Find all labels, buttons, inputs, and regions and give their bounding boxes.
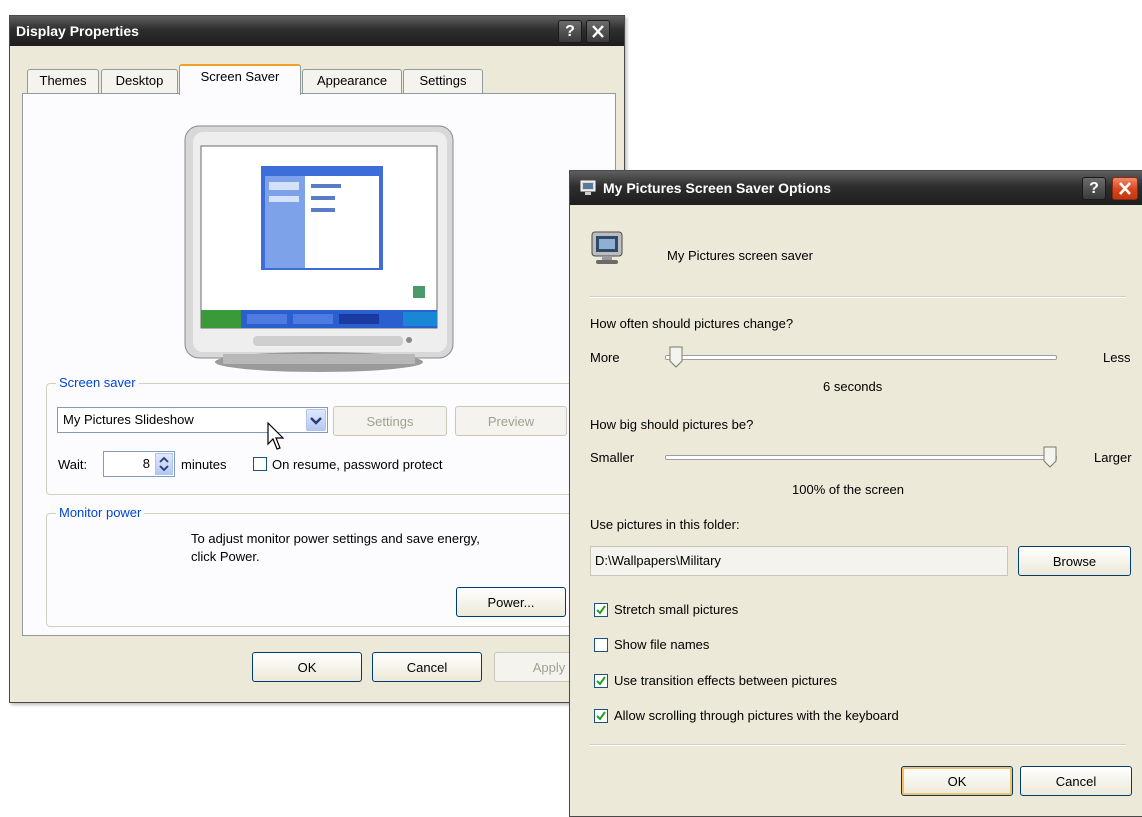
monitor-power-text-line1: To adjust monitor power settings and sav… [191,531,480,546]
options-header-text: My Pictures screen saver [667,248,813,263]
title-bar[interactable]: Display Properties ? [10,16,624,46]
password-protect-checkbox[interactable] [253,457,267,471]
password-protect-label[interactable]: On resume, password protect [272,457,443,472]
screen-saver-group [46,383,606,495]
cancel-button[interactable]: Cancel [372,652,482,682]
power-button[interactable]: Power... [456,587,566,617]
checkmark-icon [596,711,606,721]
size-question: How big should pictures be? [590,417,754,432]
options-title: My Pictures Screen Saver Options [603,180,831,196]
screen-saver-group-label: Screen saver [56,375,139,390]
change-value: 6 seconds [823,379,883,394]
options-dialog-window: My Pictures Screen Saver Options ? My Pi… [569,170,1142,817]
monitor-icon [580,180,596,195]
options-help-button[interactable]: ? [1082,177,1106,200]
tab-themes[interactable]: Themes [27,69,99,93]
help-button[interactable]: ? [558,20,582,43]
show-file-names-label[interactable]: Show file names [614,637,709,652]
size-value: 100% of the screen [792,482,905,497]
screen-saver-tab-panel: Screen saver My Pictures Slideshow Setti… [22,93,616,636]
monitor-power-group-label: Monitor power [56,505,145,520]
size-slider-thumb[interactable] [1043,446,1057,468]
settings-button[interactable]: Settings [333,406,447,436]
size-max-label: Larger [1094,450,1132,465]
screen-saver-icon [591,231,623,264]
wait-minutes-input[interactable]: 8 [103,451,175,477]
options-title-bar[interactable]: My Pictures Screen Saver Options ? [570,171,1142,205]
change-max-label: Less [1103,350,1131,365]
minutes-label: minutes [181,457,227,472]
size-min-label: Smaller [590,450,635,465]
preview-button[interactable]: Preview [455,406,567,436]
divider [590,296,1126,298]
browse-button[interactable]: Browse [1018,546,1131,576]
close-icon [1119,182,1131,195]
options-close-button[interactable] [1112,177,1138,200]
chevron-down-icon[interactable] [306,409,326,431]
options-cancel-button[interactable]: Cancel [1020,766,1132,796]
checkmark-icon [596,605,606,615]
monitor-preview-image [184,125,454,372]
wait-spinner[interactable] [155,453,173,475]
tab-screen-saver[interactable]: Screen Saver [179,64,301,95]
change-slider-thumb[interactable] [669,346,683,368]
screen-saver-selected: My Pictures Slideshow [63,412,194,427]
divider [590,744,1126,746]
checkmark-icon [596,676,606,686]
change-slider-track[interactable] [665,355,1057,360]
screen-saver-select[interactable]: My Pictures Slideshow [57,407,328,433]
tab-desktop[interactable]: Desktop [101,69,178,93]
wait-label: Wait: [58,457,88,472]
change-min-label: More [590,350,620,365]
show-file-names-checkbox[interactable] [594,638,608,652]
close-button[interactable] [586,20,610,43]
mouse-cursor-icon [267,422,285,450]
keyboard-scrolling-checkbox[interactable] [594,709,608,723]
tab-settings[interactable]: Settings [403,69,483,93]
change-question: How often should pictures change? [590,316,794,331]
options-ok-button[interactable]: OK [901,766,1013,796]
folder-path-field[interactable]: D:\Wallpapers\Military [590,546,1008,576]
folder-path-value: D:\Wallpapers\Military [595,553,721,568]
transition-effects-label[interactable]: Use transition effects between pictures [614,673,837,688]
transition-effects-checkbox[interactable] [594,674,608,688]
folder-label: Use pictures in this folder: [590,517,740,532]
monitor-power-text-line2: click Power. [191,549,260,564]
window-title: Display Properties [16,23,139,39]
keyboard-scrolling-label[interactable]: Allow scrolling through pictures with th… [614,708,899,723]
ok-button[interactable]: OK [252,652,362,682]
wait-minutes-value: 8 [142,456,150,471]
stretch-pictures-checkbox[interactable] [594,603,608,617]
size-slider-track[interactable] [665,455,1057,460]
stretch-pictures-label[interactable]: Stretch small pictures [614,602,738,617]
close-icon [592,25,604,38]
tab-appearance[interactable]: Appearance [302,69,402,93]
